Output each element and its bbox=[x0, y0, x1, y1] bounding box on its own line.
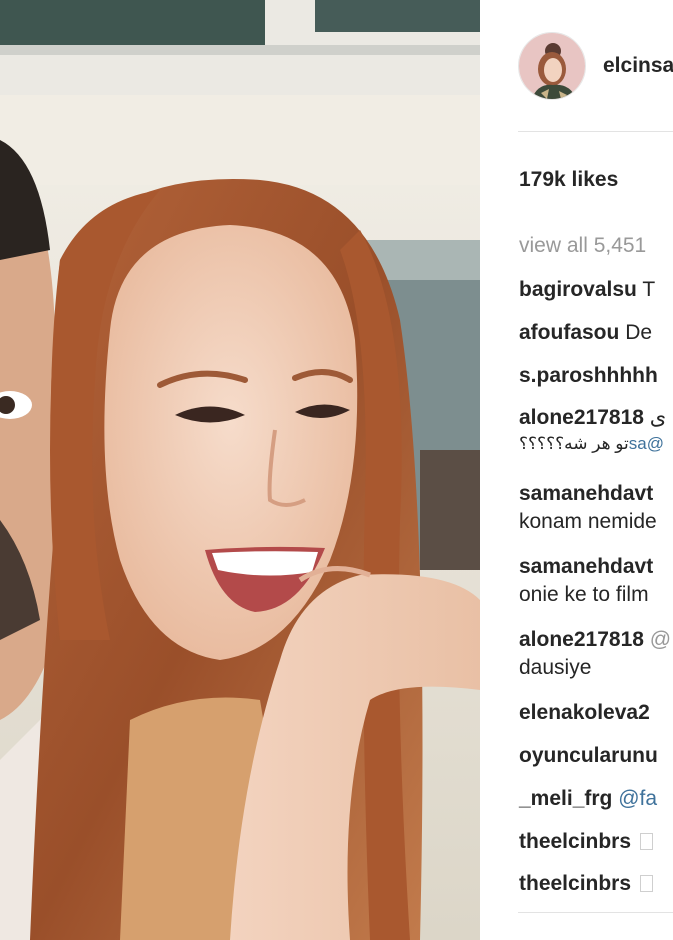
comment-item: bagirovalsu T bbox=[519, 277, 655, 303]
comment-second-line: تو هر شه؟؟؟؟؟sa@ bbox=[519, 431, 666, 457]
comment-mention[interactable]: @fa bbox=[618, 787, 657, 810]
comment-username[interactable]: _meli_frg bbox=[519, 787, 612, 810]
comment-item: samanehdavt onie ke to film bbox=[519, 554, 653, 608]
post-photo[interactable] bbox=[0, 0, 480, 940]
comment-username[interactable]: theelcinbrs bbox=[519, 830, 631, 853]
comments-divider bbox=[518, 912, 673, 913]
comment-username[interactable]: elenakoleva2 bbox=[519, 701, 650, 724]
comment-item: oyuncularunu bbox=[519, 743, 658, 769]
likes-count[interactable]: 179k likes bbox=[519, 168, 618, 192]
view-all-comments-link[interactable]: view all 5,451 bbox=[519, 234, 646, 258]
comment-item: s.paroshhhhh bbox=[519, 363, 658, 389]
comment-text: dausiye bbox=[519, 656, 592, 679]
comment-text: ی bbox=[643, 406, 667, 429]
comment-mention[interactable]: sa@ bbox=[629, 434, 664, 453]
post-username[interactable]: elcinsa bbox=[603, 54, 673, 78]
comment-text: @ bbox=[643, 628, 672, 651]
comment-text: De bbox=[625, 321, 653, 344]
comment-text: T bbox=[642, 278, 656, 301]
comment-text: onie ke to film bbox=[519, 583, 649, 606]
comment-username[interactable]: alone217818 bbox=[519, 628, 644, 651]
post-sidebar: elcinsa 179k likes view all 5,451 bagiro… bbox=[480, 0, 673, 940]
post-header: elcinsa bbox=[518, 32, 673, 100]
comment-item: _meli_frg @fa bbox=[519, 786, 657, 812]
avatar-icon bbox=[519, 33, 585, 99]
comment-text: konam nemide bbox=[519, 510, 657, 533]
unsupported-glyph-icon bbox=[639, 875, 653, 892]
comment-username[interactable]: bagirovalsu bbox=[519, 278, 637, 301]
comment-item: alone217818 ی تو هر شه؟؟؟؟؟sa@ bbox=[519, 405, 666, 457]
comment-username[interactable]: samanehdavt bbox=[519, 482, 653, 505]
comment-username[interactable]: afoufasou bbox=[519, 321, 619, 344]
unsupported-glyph-icon bbox=[639, 833, 653, 850]
comment-item: samanehdavt konam nemide bbox=[519, 481, 657, 535]
comment-username[interactable]: samanehdavt bbox=[519, 555, 653, 578]
comment-item: theelcinbrs bbox=[519, 829, 653, 855]
comment-username[interactable]: s.paroshhhhh bbox=[519, 364, 658, 387]
header-divider bbox=[518, 131, 673, 132]
profile-avatar[interactable] bbox=[518, 32, 586, 100]
comment-username[interactable]: oyuncularunu bbox=[519, 744, 658, 767]
comment-item: elenakoleva2 bbox=[519, 700, 650, 726]
comment-text: تو هر شه؟؟؟؟؟ bbox=[519, 434, 629, 453]
comment-item: alone217818 @ dausiye bbox=[519, 627, 671, 681]
comment-item: afoufasou De bbox=[519, 320, 652, 346]
comment-username[interactable]: alone217818 bbox=[519, 406, 644, 429]
comment-item: theelcinbrs bbox=[519, 871, 653, 897]
comment-username[interactable]: theelcinbrs bbox=[519, 872, 631, 895]
post-photo-image bbox=[0, 0, 480, 940]
